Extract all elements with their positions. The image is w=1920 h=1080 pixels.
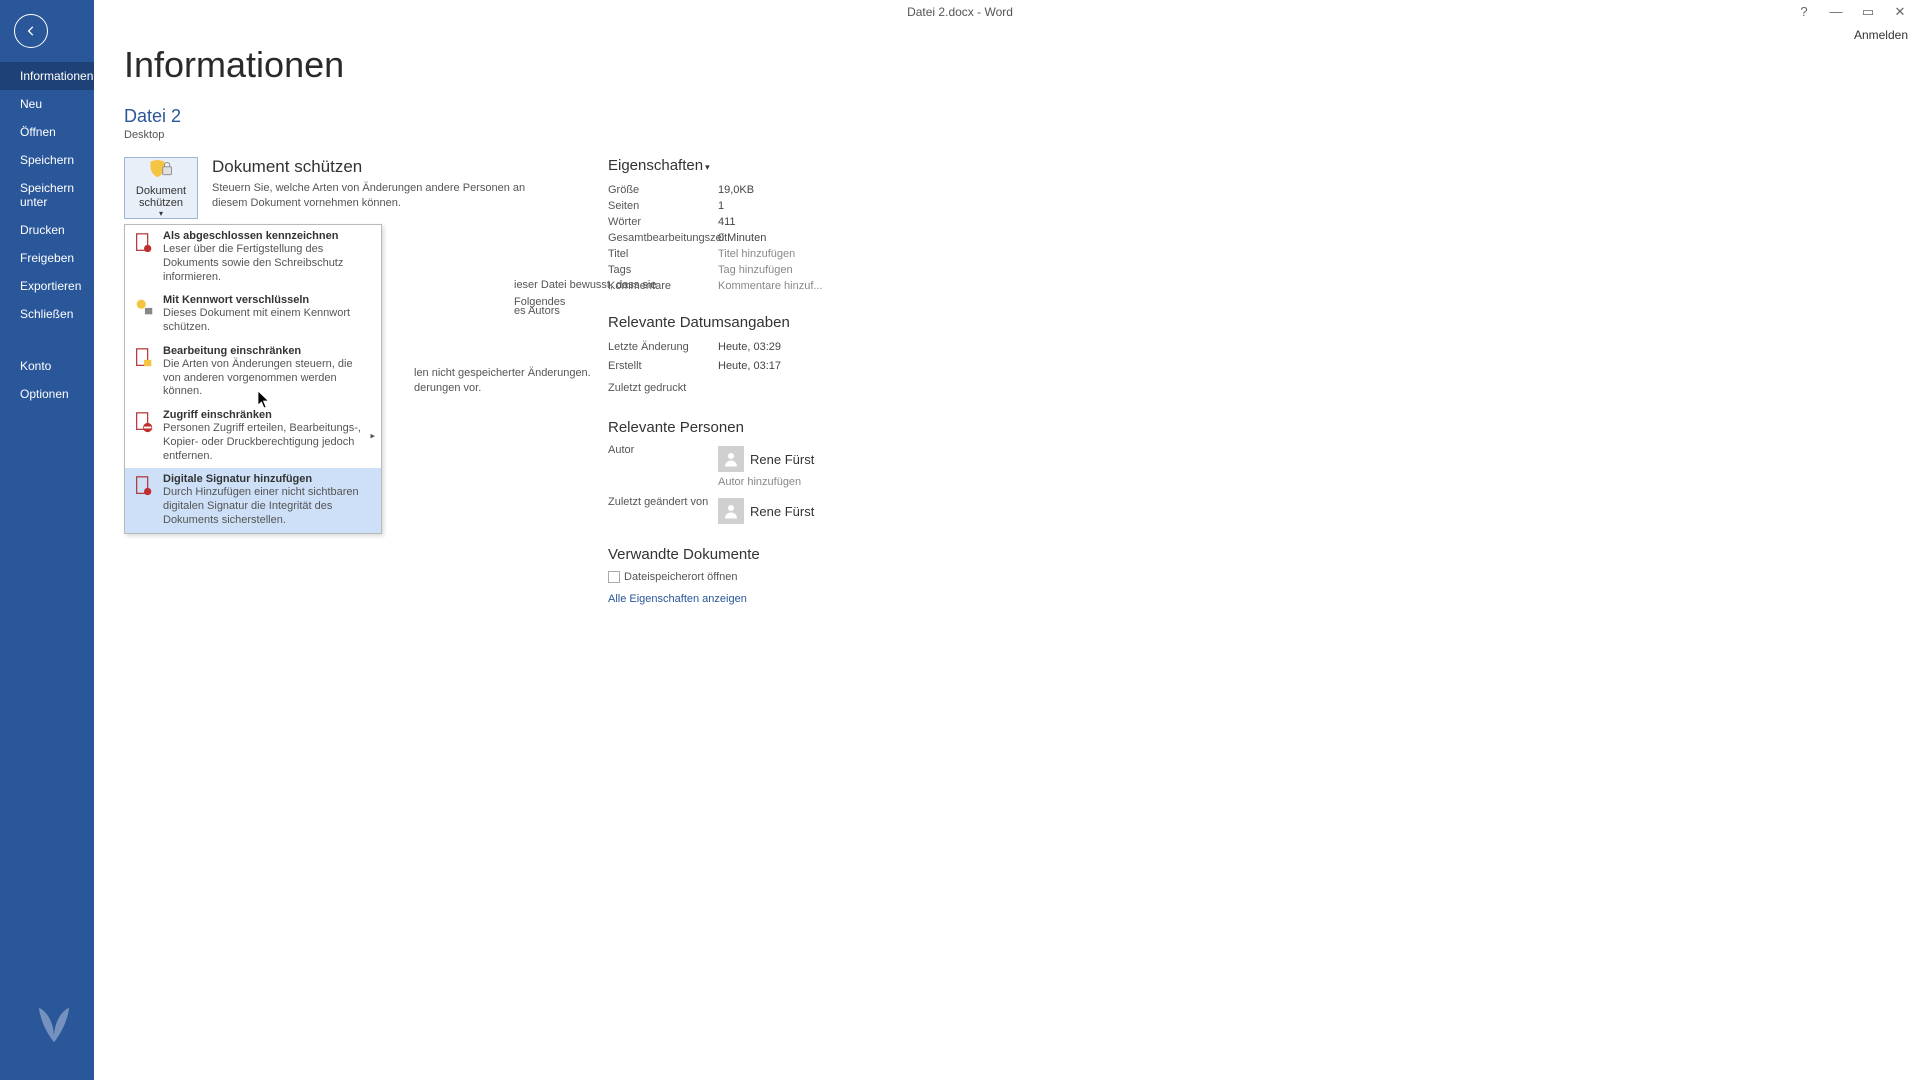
menu-item-encrypt-password[interactable]: Mit Kennwort verschlüsselnDieses Dokumen… [125, 289, 381, 340]
submenu-arrow-icon: ▸ [370, 431, 375, 442]
folder-icon [608, 571, 620, 583]
back-arrow-icon [23, 23, 39, 39]
sidebar-item-freigeben[interactable]: Freigeben [0, 244, 94, 272]
people-heading: Relevante Personen [608, 419, 848, 436]
menu-item-digital-signature[interactable]: Digitale Signatur hinzufügenDurch Hinzuf… [125, 468, 381, 532]
sidebar-item-neu[interactable]: Neu [0, 90, 94, 118]
sidebar-item-informationen[interactable]: Informationen [0, 62, 94, 90]
bg-fragment: es Autors [514, 303, 654, 320]
document-signature-icon [133, 475, 155, 497]
avatar-icon [718, 498, 744, 524]
properties-heading[interactable]: Eigenschaften▾ [608, 157, 848, 174]
menu-item-restrict-access[interactable]: Zugriff einschränkenPersonen Zugriff ert… [125, 404, 381, 468]
sidebar-item-speichern[interactable]: Speichern [0, 146, 94, 174]
protect-document-menu: Als abgeschlossen kennzeichnenLeser über… [124, 224, 382, 534]
protect-document-button[interactable]: Dokument schützen ▾ [124, 157, 198, 219]
protect-section-desc: Steuern Sie, welche Arten von Änderungen… [212, 181, 542, 212]
page-title: Informationen [124, 44, 1890, 86]
sidebar-item-konto[interactable]: Konto [0, 352, 94, 380]
back-button[interactable] [14, 14, 48, 48]
avatar-icon [718, 446, 744, 472]
sidebar-item-speichern-unter[interactable]: Speichern unter [0, 174, 94, 216]
protect-button-label: Dokument schützen [125, 185, 197, 209]
document-block-icon [133, 411, 155, 433]
document-lock-icon [133, 347, 155, 369]
tags-field[interactable]: Tag hinzufügen [718, 264, 848, 276]
menu-item-mark-final[interactable]: Als abgeschlossen kennzeichnenLeser über… [125, 225, 381, 289]
open-file-location-link[interactable]: Dateispeicherort öffnen [608, 571, 848, 583]
key-lock-icon [133, 296, 155, 318]
backstage-content: Informationen Datei 2 Desktop Dokument s… [94, 0, 1920, 1080]
related-docs-heading: Verwandte Dokumente [608, 546, 848, 563]
shield-lock-icon [147, 158, 175, 182]
document-badge-icon [133, 232, 155, 254]
sidebar-item-drucken[interactable]: Drucken [0, 216, 94, 244]
add-author-link[interactable]: Autor hinzufügen [718, 476, 848, 488]
sidebar-item-optionen[interactable]: Optionen [0, 380, 94, 408]
file-location: Desktop [124, 129, 1890, 141]
bg-fragment: derungen vor. [414, 380, 674, 397]
butterfly-logo-icon [28, 999, 80, 1056]
info-left-column: Dokument schützen ▾ Dokument schützen St… [124, 157, 602, 605]
modified-by-person[interactable]: Rene Fürst [718, 498, 848, 524]
menu-item-restrict-editing[interactable]: Bearbeitung einschränkenDie Arten von Än… [125, 340, 381, 404]
backstage-sidebar: Informationen Neu Öffnen Speichern Speic… [0, 0, 94, 1080]
sidebar-item-schliessen[interactable]: Schließen [0, 300, 94, 328]
title-field[interactable]: Titel hinzufügen [718, 248, 848, 260]
sidebar-item-exportieren[interactable]: Exportieren [0, 272, 94, 300]
comments-field[interactable]: Kommentare hinzuf... [718, 280, 848, 292]
file-name: Datei 2 [124, 106, 1890, 127]
protect-section-title: Dokument schützen [212, 157, 542, 177]
show-all-properties-link[interactable]: Alle Eigenschaften anzeigen [608, 593, 848, 605]
sidebar-item-oeffnen[interactable]: Öffnen [0, 118, 94, 146]
author-person[interactable]: Rene Fürst [718, 446, 848, 472]
